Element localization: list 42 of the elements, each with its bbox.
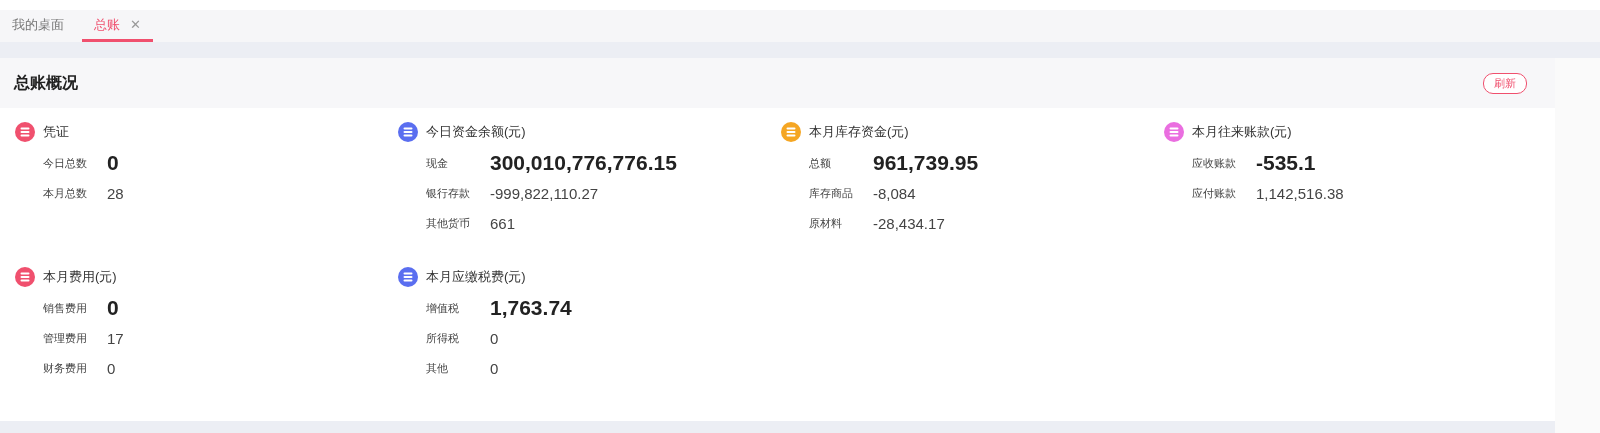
close-icon[interactable]: ✕	[130, 17, 141, 32]
metric-value: 1,763.74	[490, 296, 572, 320]
metric-value: 300,010,776,776.15	[490, 151, 677, 175]
metric-label: 应付账款	[1192, 185, 1237, 201]
tab[interactable]: 我的桌面	[8, 10, 68, 42]
metric-value: -8,084	[873, 184, 916, 202]
group-title: 本月库存资金(元)	[809, 123, 909, 141]
metric-label: 所得税	[426, 330, 460, 346]
group-title: 今日资金余额(元)	[426, 123, 526, 141]
metric-value: 0	[107, 359, 116, 377]
metric-label: 其他货币	[426, 215, 471, 231]
metric-value: 0	[107, 296, 119, 320]
metric-label: 销售费用	[43, 300, 88, 316]
panel-title: 总账概况	[14, 72, 78, 93]
metric-label: 库存商品	[809, 185, 854, 201]
group-title: 本月费用(元)	[43, 268, 117, 286]
metric-value: -999,822,110.27	[490, 184, 599, 202]
metric-value: -28,434.17	[873, 214, 945, 232]
group-title: 本月应缴税费(元)	[426, 268, 526, 286]
metric-label: 增值税	[426, 300, 460, 316]
metric-value: 661	[490, 214, 516, 232]
refresh-button[interactable]: 刷新	[1483, 72, 1527, 94]
metric-label: 银行存款	[426, 185, 471, 201]
metric-value: 1,142,516.38	[1256, 184, 1344, 202]
metric-value: 0	[490, 359, 499, 377]
group-title: 凭证	[43, 123, 69, 141]
metric-value: 961,739.95	[873, 151, 979, 175]
metric-label: 财务费用	[43, 360, 88, 376]
metric-label: 本月总数	[43, 185, 88, 201]
metric-value: 0	[107, 151, 119, 175]
metric-value: 28	[107, 184, 124, 202]
metric-value: -535.1	[1256, 151, 1316, 175]
group-title: 本月往来账款(元)	[1192, 123, 1292, 141]
metric-label: 今日总数	[43, 155, 88, 171]
metric-label: 总额	[809, 155, 832, 171]
metric-label: 应收账款	[1192, 155, 1237, 171]
metric-value: 17	[107, 329, 124, 347]
metric-label: 管理费用	[43, 330, 88, 346]
metric-value: 0	[490, 329, 499, 347]
metric-label: 现金	[426, 155, 449, 171]
metric-label: 原材料	[809, 215, 843, 231]
metric-label: 其他	[426, 360, 449, 376]
